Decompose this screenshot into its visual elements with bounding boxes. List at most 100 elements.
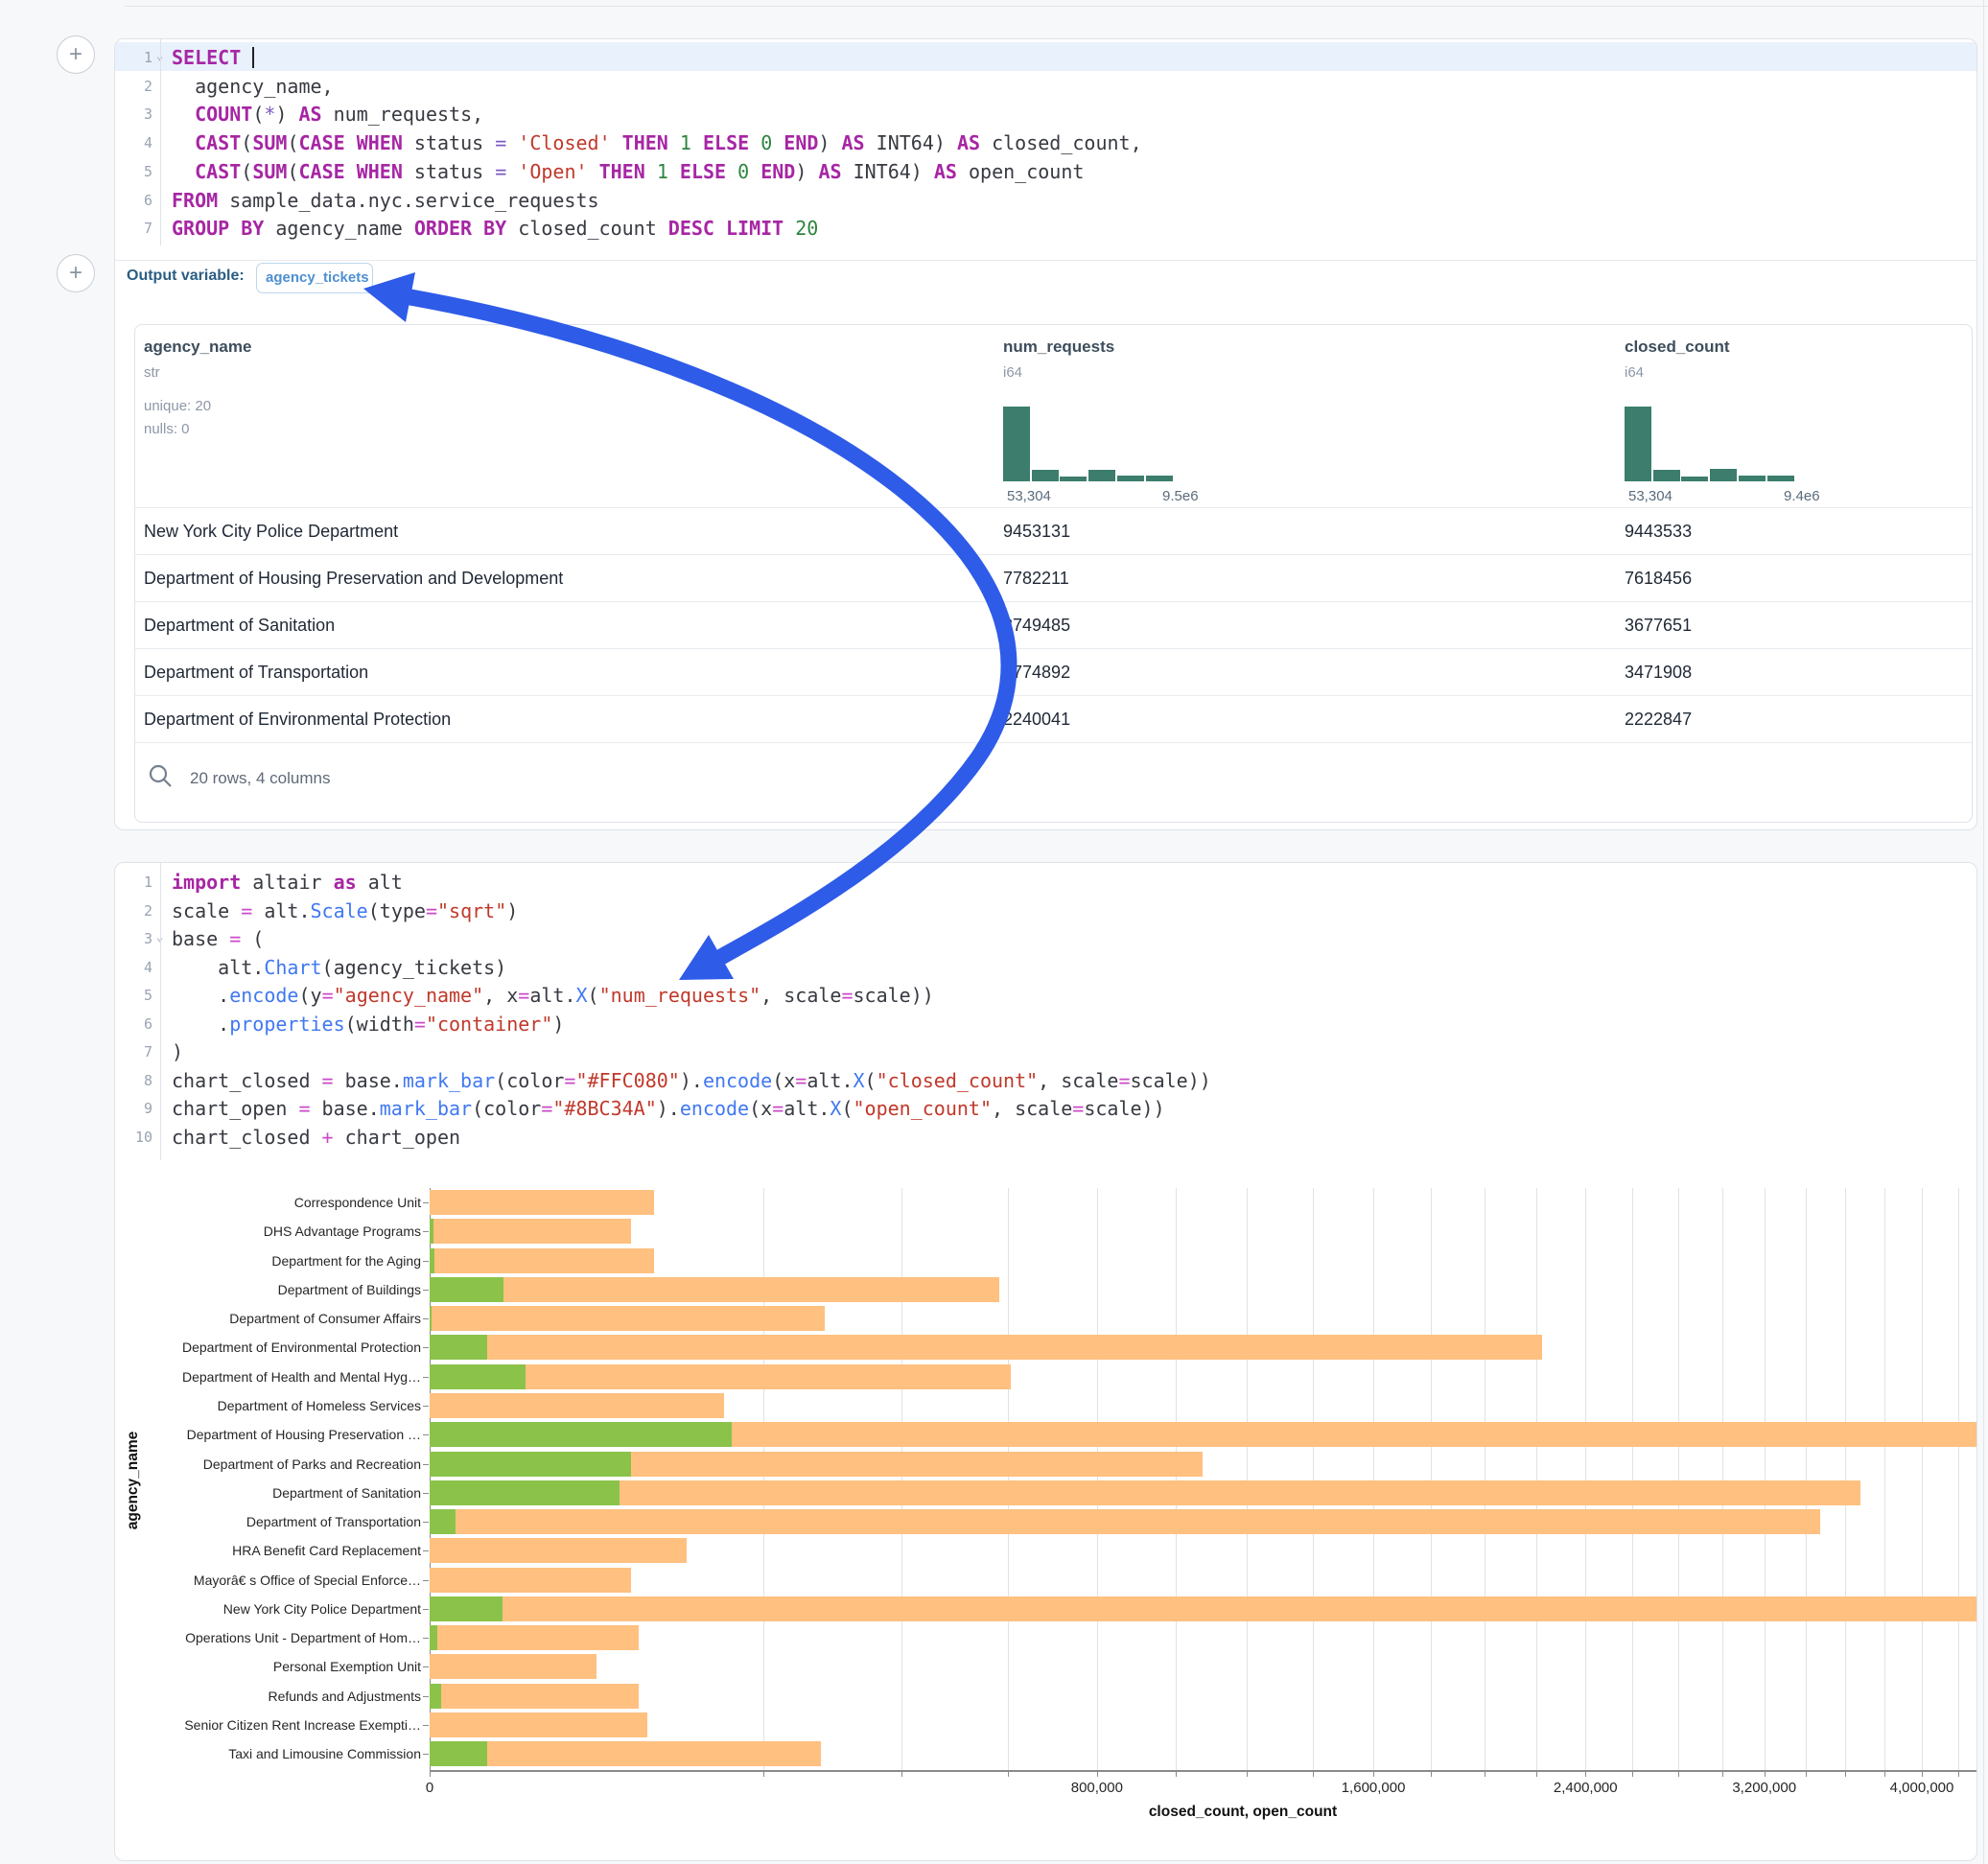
table-row: New York City Police Department945313194… [135,507,1972,555]
y-tick [423,1666,429,1667]
text-caret [252,47,254,68]
x-axis-line [430,1770,1977,1772]
gridline [1431,1188,1432,1770]
table-cell-closed-count: 3677651 [1625,602,1692,649]
x-tick [1373,1770,1374,1777]
y-axis-label: Taxi and Limousine Commission [115,1746,421,1761]
x-tick [1722,1770,1723,1777]
gridline [1806,1188,1807,1770]
bar-closed-count [430,1277,999,1302]
bar-closed-count [430,1538,687,1563]
gutter-divider [160,39,161,245]
histogram-bar [1710,469,1737,481]
y-tick [423,1231,429,1232]
histogram-bar [1653,470,1680,481]
search-icon[interactable] [148,763,173,788]
x-axis-title: closed_count, open_count [1051,1804,1435,1821]
output-variable-label: Output variable: [127,268,245,285]
sql-cell: 1⌄SELECT 2 agency_name,3 COUNT(*) AS num… [114,38,1977,830]
bar-closed-count [430,1335,1542,1360]
y-axis-label: Department of Housing Preservation … [115,1427,421,1442]
code-text: CAST(SUM(CASE WHEN status = 'Closed' THE… [172,128,1142,157]
table-cell-num-requests: 3774892 [1003,649,1070,696]
bar-open-count [430,1335,487,1360]
bar-closed-count [430,1684,639,1709]
x-tick [1097,1770,1098,1777]
table-cell-agency-name: Department of Sanitation [144,602,335,649]
y-tick [423,1464,429,1465]
y-tick [423,1638,429,1639]
table-row-count: 20 rows, 4 columns [190,769,330,788]
code-line[interactable]: 7GROUP BY agency_name ORDER BY closed_co… [115,214,1976,243]
bar-closed-count [430,1393,724,1418]
code-line[interactable]: 5 CAST(SUM(CASE WHEN status = 'Open' THE… [115,157,1976,186]
chart: closed_count, open_count agency_name 080… [115,863,1976,1860]
histogram-bar [1088,470,1115,481]
code-line[interactable]: 2 agency_name, [115,72,1976,101]
bar-open-count [430,1248,434,1273]
y-tick [423,1290,429,1291]
y-tick [423,1377,429,1378]
x-tick [1313,1770,1314,1777]
gridline [1922,1188,1923,1770]
x-tick [901,1770,902,1777]
bar-closed-count [430,1248,654,1273]
x-tick [1765,1770,1766,1777]
bar-closed-count [430,1480,1860,1505]
y-tick [423,1522,429,1523]
y-tick [423,1202,429,1203]
gridline [1958,1188,1959,1770]
bar-closed-count [430,1568,631,1593]
code-line[interactable]: 4 CAST(SUM(CASE WHEN status = 'Closed' T… [115,128,1976,157]
add-cell-button[interactable]: + [57,254,95,292]
gridline [1722,1188,1723,1770]
y-axis-label: Department of Health and Mental Hyg… [115,1369,421,1385]
y-axis-label: Personal Exemption Unit [115,1659,421,1674]
page-right-edge [1983,0,1984,1864]
y-axis-label: Operations Unit - Department of Hom… [115,1630,421,1645]
histogram-bar [1032,470,1059,481]
bar-open-count [430,1452,631,1477]
table-cell-num-requests: 9453131 [1003,508,1070,555]
gridline [901,1188,902,1770]
histogram-bar [1003,407,1030,481]
y-axis-label: Department for the Aging [115,1253,421,1269]
x-tick-label: 4,000,000 [1855,1780,1977,1796]
y-tick [423,1434,429,1435]
histogram-bar [1767,476,1794,481]
y-axis-label: HRA Benefit Card Replacement [115,1543,421,1558]
y-tick [423,1261,429,1262]
table-row: Department of Housing Preservation and D… [135,554,1972,602]
x-tick [1678,1770,1679,1777]
bar-closed-count [430,1190,654,1215]
x-tick-label: 1,600,000 [1306,1780,1440,1796]
table-row: Department of Transportation377489234719… [135,648,1972,696]
code-text: FROM sample_data.nyc.service_requests [172,186,599,215]
code-line[interactable]: 6FROM sample_data.nyc.service_requests [115,186,1976,215]
code-line[interactable]: 1⌄SELECT [115,43,1976,72]
output-variable-pill[interactable]: agency_tickets [256,263,373,293]
table-cell-agency-name: Department of Housing Preservation and D… [144,555,563,602]
bar-open-count [430,1422,732,1447]
gridline [1536,1188,1537,1770]
add-cell-button[interactable]: + [57,35,95,74]
x-tick [1884,1770,1885,1777]
gridline [1313,1188,1314,1770]
y-axis-title: agency_name [125,1193,142,1768]
table-cell-agency-name: New York City Police Department [144,508,398,555]
gridline [1247,1188,1248,1770]
code-text: GROUP BY agency_name ORDER BY closed_cou… [172,214,818,243]
y-axis-label: Department of Sanitation [115,1485,421,1501]
gridline [763,1188,764,1770]
bar-open-count [430,1509,456,1534]
table-row: Department of Sanitation37494853677651 [135,601,1972,649]
bar-open-count [430,1277,503,1302]
line-number: 2 [115,72,152,101]
y-tick [423,1493,429,1494]
code-line[interactable]: 3 COUNT(*) AS num_requests, [115,100,1976,128]
x-tick [1958,1770,1959,1777]
bar-open-count [430,1219,433,1244]
y-axis-label: Mayorâ€ s Office of Special Enforce… [115,1573,421,1588]
bar-closed-count [430,1654,596,1679]
y-tick [423,1725,429,1726]
